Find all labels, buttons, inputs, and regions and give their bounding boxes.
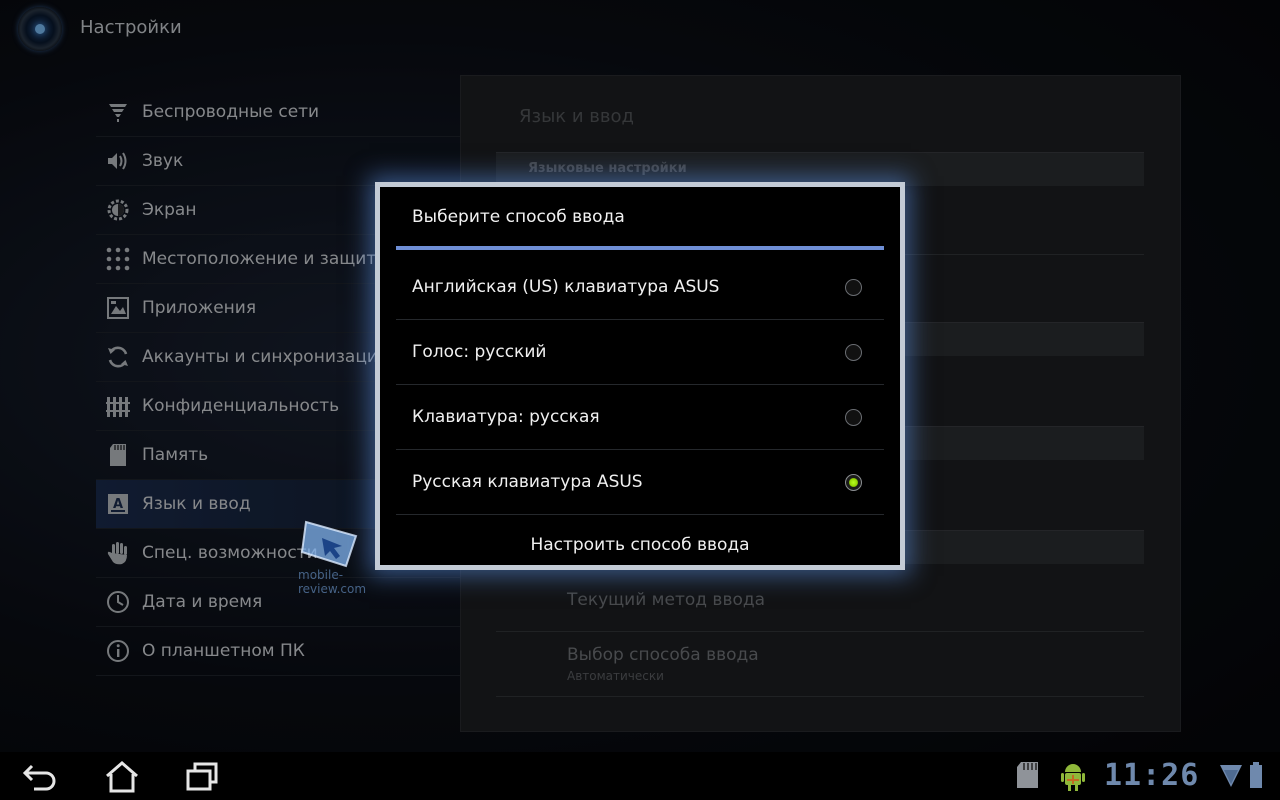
dialog-title: Выберите способ ввода — [412, 207, 625, 227]
sd-card-icon[interactable] — [1014, 760, 1054, 794]
option-label: Клавиатура: русская — [412, 407, 600, 427]
home-icon[interactable] — [102, 760, 142, 794]
android-debug-icon[interactable] — [1058, 760, 1098, 794]
option-english-asus[interactable]: Английская (US) клавиатура ASUS — [396, 255, 884, 320]
watermark-text: mobile-review.com — [298, 568, 367, 596]
option-label: Русская клавиатура ASUS — [412, 472, 643, 492]
battery-icon — [1248, 760, 1264, 794]
system-bar — [0, 752, 1280, 800]
radio-button[interactable] — [845, 343, 862, 361]
option-russian-asus[interactable]: Русская клавиатура ASUS — [396, 450, 884, 515]
dialog-title-divider — [396, 246, 884, 250]
radio-button[interactable] — [845, 278, 862, 296]
radio-button[interactable] — [845, 408, 862, 426]
configure-input-method-button[interactable]: Настроить способ ввода — [396, 525, 884, 565]
recent-apps-icon[interactable] — [184, 760, 224, 794]
back-icon[interactable] — [20, 760, 60, 794]
option-keyboard-russian[interactable]: Клавиатура: русская — [396, 385, 884, 450]
radio-button-checked[interactable] — [845, 473, 862, 491]
status-clock: 11:26 — [1104, 758, 1200, 793]
option-voice-russian[interactable]: Голос: русский — [396, 320, 884, 385]
input-method-dialog: Выберите способ ввода Английская (US) кл… — [375, 182, 905, 570]
wifi-signal-icon — [1218, 760, 1244, 794]
option-label: Голос: русский — [412, 342, 547, 362]
option-label: Английская (US) клавиатура ASUS — [412, 277, 720, 297]
watermark-logo-icon — [300, 520, 358, 568]
